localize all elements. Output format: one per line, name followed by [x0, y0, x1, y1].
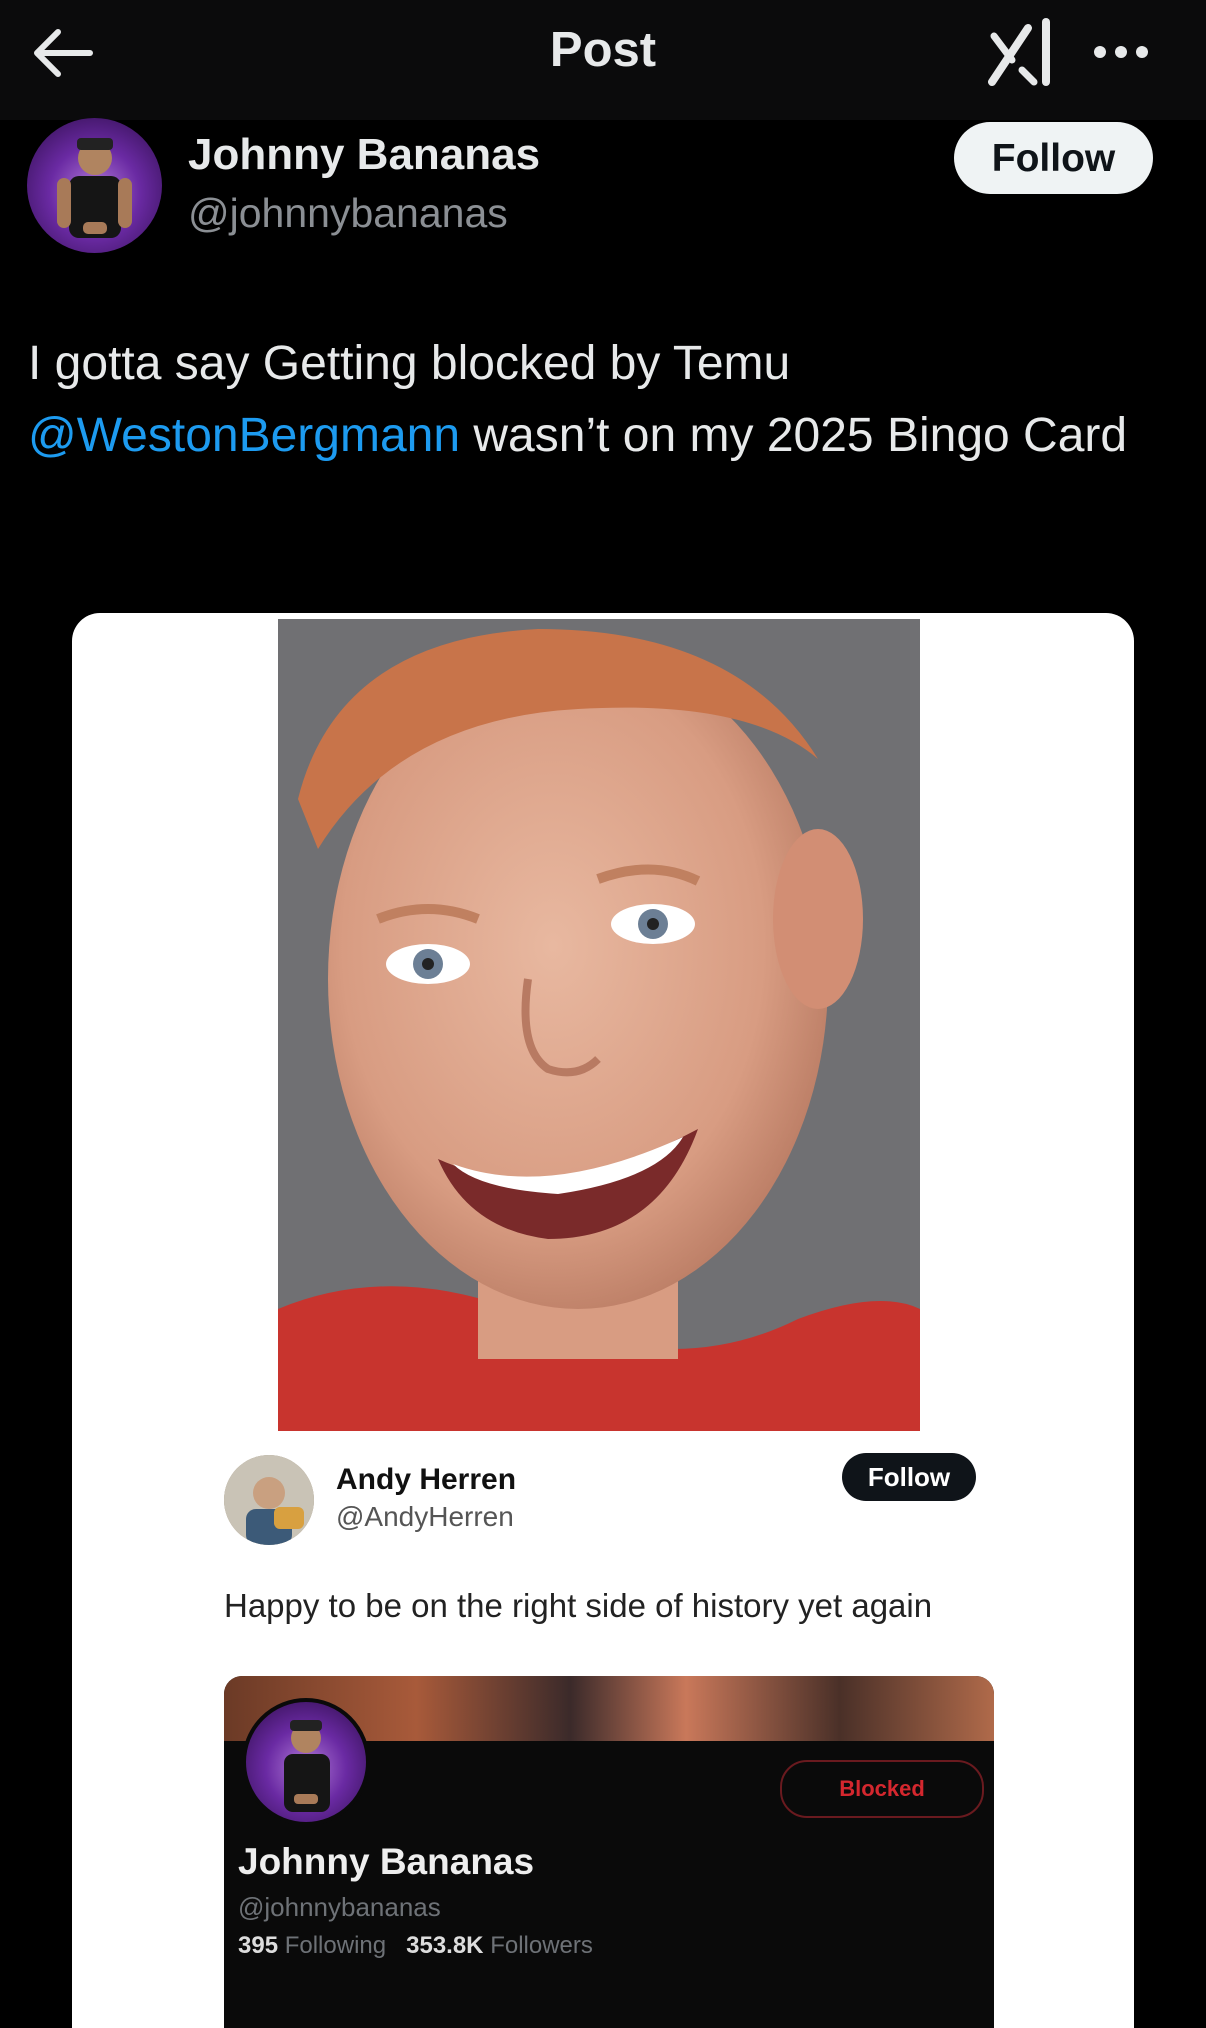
author-avatar[interactable] [27, 118, 162, 253]
mention-link[interactable]: @WestonBergmann [28, 409, 460, 462]
author-handle: @johnnybananas [188, 190, 508, 236]
embedded-author-avatar [224, 1455, 314, 1545]
profile-handle: @johnnybananas [238, 1892, 441, 1922]
embedded-profile-card: Blocked Johnny Bananas @johnnybananas 39… [224, 1676, 994, 2028]
blocked-badge: Blocked [780, 1760, 984, 1818]
embedded-tweet-text: Happy to be on the right side of history… [224, 1587, 933, 1624]
author-name[interactable]: Johnny Bananas [188, 130, 540, 180]
profile-stats: 395 Following 353.8K Followers [238, 1932, 593, 1960]
grok-icon[interactable] [986, 16, 1056, 90]
post-text-start: I gotta say Getting blocked by Temu [28, 337, 791, 390]
followers-count: 353.8K [406, 1932, 484, 1959]
top-bar: Post [0, 0, 1206, 120]
followers-label: Followers [490, 1932, 593, 1959]
embedded-follow-button: Follow [842, 1453, 976, 1501]
post-text: I gotta say Getting blocked by Temu @Wes… [28, 328, 1168, 472]
profile-avatar [242, 1698, 370, 1826]
following-label: Following [284, 1932, 387, 1959]
portrait-photo [278, 619, 920, 1431]
post-text-end: wasn’t on my 2025 Bingo Card [460, 409, 1128, 462]
embedded-tweet-screenshot: Andy Herren @AndyHerren Follow Happy to … [208, 1435, 1008, 2028]
embedded-author-handle: @AndyHerren [336, 1501, 514, 1532]
post-media[interactable]: Andy Herren @AndyHerren Follow Happy to … [72, 613, 1134, 2028]
follow-button[interactable]: Follow [954, 122, 1153, 194]
more-options-icon[interactable] [1090, 34, 1152, 70]
following-count: 395 [238, 1932, 279, 1959]
embedded-author-name: Andy Herren [336, 1463, 517, 1496]
profile-name: Johnny Bananas [238, 1841, 535, 1882]
